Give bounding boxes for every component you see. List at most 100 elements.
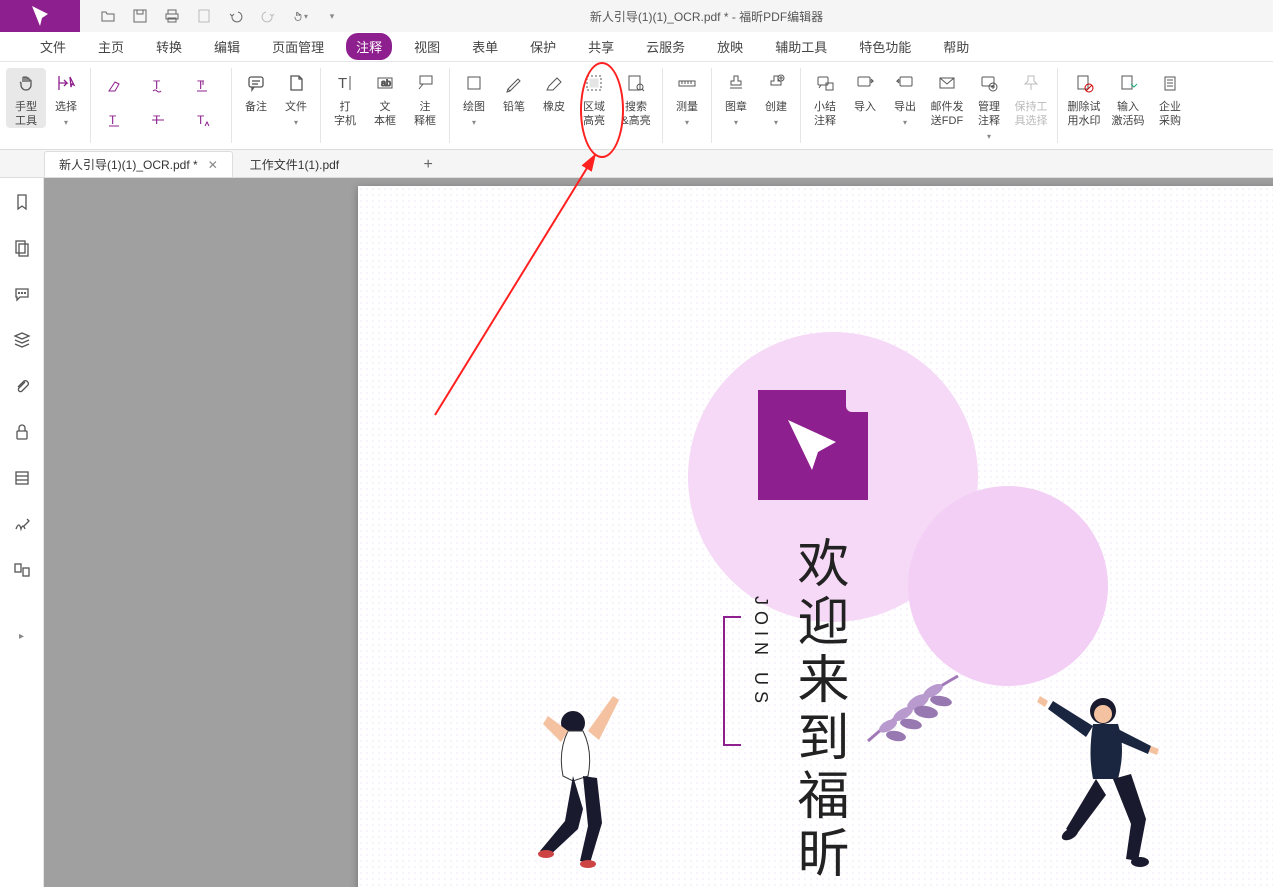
export-label: 导出: [894, 100, 916, 114]
expand-sidebar-icon[interactable]: ▸: [18, 616, 26, 656]
open-icon[interactable]: [100, 8, 116, 24]
squiggly-button[interactable]: T: [147, 76, 175, 96]
canvas[interactable]: JOIN US 欢迎来到福昕: [44, 178, 1273, 887]
document-tabs: 新人引导(1)(1)_OCR.pdf * ✕ 工作文件1(1).pdf +: [0, 150, 1273, 178]
app-logo: [0, 0, 80, 32]
tab-label: 工作文件1(1).pdf: [250, 156, 339, 173]
compare-icon[interactable]: [12, 560, 32, 580]
tab-active[interactable]: 新人引导(1)(1)_OCR.pdf * ✕: [44, 151, 233, 177]
qat-dropdown-icon[interactable]: ▾: [324, 8, 340, 24]
textbox-button[interactable]: ab文 本框: [365, 68, 405, 128]
add-tab-button[interactable]: +: [416, 153, 440, 177]
callout-button[interactable]: 注 释框: [405, 68, 445, 128]
menu-help[interactable]: 帮助: [933, 33, 979, 60]
eraser-button[interactable]: 橡皮: [534, 68, 574, 114]
stamp-label: 图章: [725, 100, 747, 114]
underline-button[interactable]: T: [103, 111, 131, 131]
hand-tool-label: 手型 工具: [15, 100, 37, 128]
menu-protect[interactable]: 保护: [520, 33, 566, 60]
signature-icon[interactable]: [12, 514, 32, 534]
attachment-icon[interactable]: [12, 376, 32, 396]
import-button[interactable]: 导入: [845, 68, 885, 114]
menu-present[interactable]: 放映: [707, 33, 753, 60]
pencil-label: 铅笔: [503, 100, 525, 114]
layers-icon[interactable]: [12, 330, 32, 350]
menu-home[interactable]: 主页: [88, 33, 134, 60]
person-illustration: [518, 676, 638, 876]
input-code-label: 输入 激活码: [1112, 100, 1145, 128]
strikeout-button[interactable]: T: [147, 111, 175, 131]
workspace: ▸ JOIN US 欢迎来到福昕: [0, 178, 1273, 887]
input-code-button[interactable]: 输入 激活码: [1106, 68, 1150, 128]
tab-inactive[interactable]: 工作文件1(1).pdf: [235, 151, 354, 177]
chevron-down-icon: ▾: [685, 116, 689, 130]
enterprise-label: 企业 采购: [1159, 100, 1181, 128]
create-button[interactable]: 创建▾: [756, 68, 796, 130]
chevron-down-icon: ▾: [987, 130, 991, 144]
email-fdf-button[interactable]: 邮件发 送FDF: [925, 68, 969, 128]
enterprise-button[interactable]: 企业 采购: [1150, 68, 1190, 128]
export-button[interactable]: 导出▾: [885, 68, 925, 130]
close-icon[interactable]: ✕: [208, 158, 218, 172]
measure-button[interactable]: 测量▾: [667, 68, 707, 130]
typewriter-label: 打 字机: [334, 100, 356, 128]
area-highlight-button[interactable]: 区域 高亮: [574, 68, 614, 128]
menu-bar: 文件 主页 转换 编辑 页面管理 注释 视图 表单 保护 共享 云服务 放映 辅…: [0, 32, 1273, 62]
form-fields-icon[interactable]: [12, 468, 32, 488]
pencil-button[interactable]: 铅笔: [494, 68, 534, 114]
chevron-down-icon: ▾: [64, 116, 68, 130]
textbox-label: 文 本框: [374, 100, 396, 128]
drawing-label: 绘图: [463, 100, 485, 114]
typewriter-button[interactable]: T打 字机: [325, 68, 365, 128]
welcome-heading: 欢迎来到福昕: [788, 536, 848, 884]
foxit-logo: [758, 390, 868, 500]
menu-features[interactable]: 特色功能: [849, 33, 921, 60]
select-tool-button[interactable]: 选择 ▾: [46, 68, 86, 130]
join-us-text: JOIN US: [750, 596, 771, 709]
area-highlight-label: 区域 高亮: [583, 100, 605, 128]
highlight-text-button[interactable]: [103, 76, 131, 96]
menu-form[interactable]: 表单: [462, 33, 508, 60]
redo-icon[interactable]: [260, 8, 276, 24]
leaf-illustration: [858, 666, 968, 756]
menu-view[interactable]: 视图: [404, 33, 450, 60]
search-highlight-button[interactable]: 搜索 &高亮: [614, 68, 658, 128]
touch-mode-icon[interactable]: ▾: [292, 8, 308, 24]
page-icon[interactable]: [196, 8, 212, 24]
del-watermark-button[interactable]: 删除试 用水印: [1062, 68, 1106, 128]
import-label: 导入: [854, 100, 876, 114]
menu-file[interactable]: 文件: [30, 33, 76, 60]
stamp-button[interactable]: 图章 ▾: [716, 68, 756, 130]
security-icon[interactable]: [12, 422, 32, 442]
keep-tool-button[interactable]: 保持工 具选择: [1009, 68, 1053, 128]
del-watermark-label: 删除试 用水印: [1068, 100, 1101, 128]
file-attach-button[interactable]: 文件▾: [276, 68, 316, 130]
replace-text-button[interactable]: T: [191, 76, 219, 96]
print-icon[interactable]: [164, 8, 180, 24]
summary-button[interactable]: 小结 注释: [805, 68, 845, 128]
select-tool-label: 选择: [55, 100, 77, 114]
manage-button[interactable]: 管理 注释▾: [969, 68, 1009, 144]
svg-text:T: T: [109, 114, 117, 127]
callout-label: 注 释框: [414, 100, 436, 128]
pages-icon[interactable]: [12, 238, 32, 258]
menu-pages[interactable]: 页面管理: [262, 33, 334, 60]
save-icon[interactable]: [132, 8, 148, 24]
drawing-button[interactable]: 绘图▾: [454, 68, 494, 130]
hand-tool-button[interactable]: 手型 工具: [6, 68, 46, 128]
summary-label: 小结 注释: [814, 100, 836, 128]
menu-convert[interactable]: 转换: [146, 33, 192, 60]
search-highlight-label: 搜索 &高亮: [621, 100, 650, 128]
menu-accessibility[interactable]: 辅助工具: [765, 33, 837, 60]
eraser-label: 橡皮: [543, 100, 565, 114]
insert-text-button[interactable]: T: [191, 111, 219, 131]
note-button[interactable]: 备注: [236, 68, 276, 114]
menu-edit[interactable]: 编辑: [204, 33, 250, 60]
menu-comment[interactable]: 注释: [346, 33, 392, 60]
bookmark-icon[interactable]: [12, 192, 32, 212]
menu-share[interactable]: 共享: [578, 33, 624, 60]
comments-icon[interactable]: [12, 284, 32, 304]
undo-icon[interactable]: [228, 8, 244, 24]
chevron-down-icon: ▾: [734, 116, 738, 130]
menu-cloud[interactable]: 云服务: [636, 33, 695, 60]
